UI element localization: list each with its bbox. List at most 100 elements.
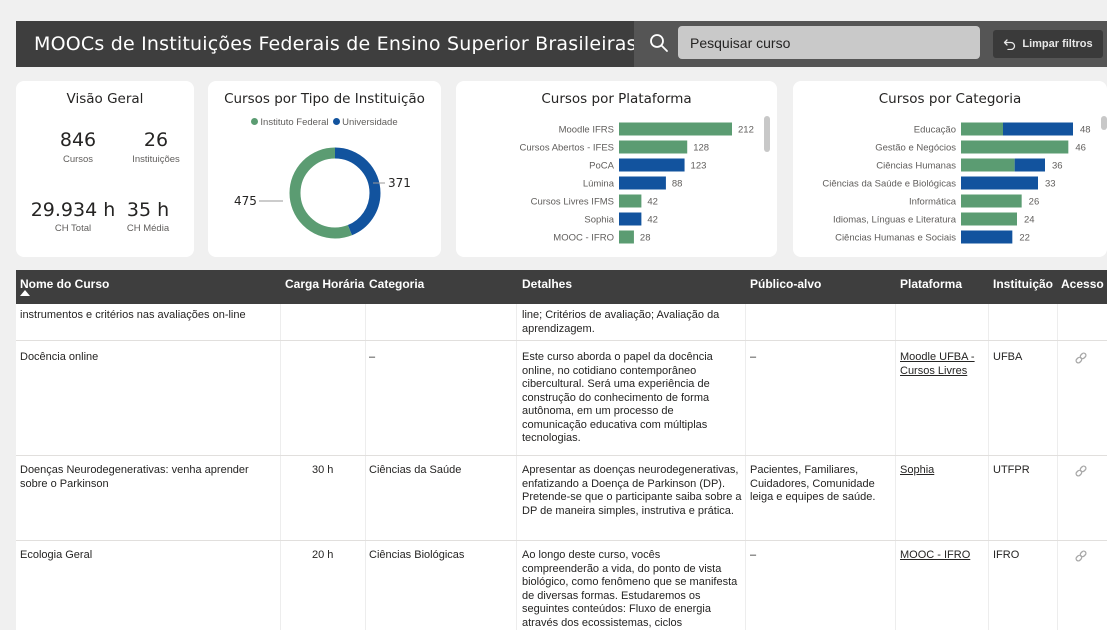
header-details[interactable]: Detalhes [522,277,572,291]
undo-icon [1004,39,1016,50]
clear-filters-label: Limpar filtros [1022,38,1093,50]
cell-details: Este curso aborda o papel da docência on… [522,351,713,444]
page-title: MOOCs de Instituições Federais de Ensino… [34,33,637,55]
avg-hours-value: 35 h [126,199,170,221]
category-card: Cursos por Categoria Educação 48 Gestão e … [793,81,1107,257]
search-area: Limpar filtros [634,21,1107,67]
platform-label: Cursos Livres IFMS [531,197,614,208]
header-bar: MOOCs de Instituições Federais de Ensino… [16,21,1107,67]
cell-course-name: Ecologia Geral [20,549,93,561]
platform-value: 28 [640,233,651,244]
cell-platform-link[interactable]: MOOC - IFRO [900,549,985,563]
category-value: 26 [1029,197,1040,208]
overview-card: Visão Geral 846 Cursos 26 Instituições 2… [16,81,194,257]
platform-bar [619,176,666,190]
category-value: 46 [1075,143,1086,154]
cell-hours: 20 h [312,549,334,561]
donut-label-if: 475 [234,194,257,208]
category-label: Educação [914,125,956,136]
platform-label: Sophia [584,215,614,226]
table-row[interactable]: Doenças Neurodegenerativas: venha aprend… [16,456,1107,541]
institution-type-card: Cursos por Tipo de Instituição Instituto… [208,81,441,257]
platform-label: Moodle IFRS [559,125,614,136]
platform-bar [619,230,634,244]
category-label: Informática [909,197,957,208]
category-value: 48 [1080,125,1091,136]
table-row[interactable]: instrumentos e critérios nas avaliações … [16,304,1107,341]
cell-category: Ciências Biológicas [369,549,465,561]
avg-hours-label: CH Média [126,223,170,234]
category-bar-segment [1014,158,1045,172]
platform-bar [619,122,732,136]
category-bar-segment [961,212,1017,226]
clear-filters-button[interactable]: Limpar filtros [993,30,1103,58]
platform-bar [619,212,642,226]
platform-label: Lúmina [583,179,615,190]
table-header: Nome do Curso Carga Horária Categoria De… [16,270,1107,304]
category-bar-segment [961,122,1003,136]
category-label: Ciências Humanas e Sociais [835,233,956,244]
platform-scrollbar[interactable] [764,116,770,152]
cell-details: Apresentar as doenças neurodegenerativas… [522,464,742,517]
cell-course-name: Docência online [20,351,99,363]
institutions-count: 26 [143,129,169,151]
platform-value: 42 [647,215,658,226]
table-row[interactable]: Docência online – Este curso aborda o pa… [16,341,1107,456]
category-value: 33 [1045,179,1056,190]
category-bar-segment [1003,122,1073,136]
cell-course-name: Doenças Neurodegenerativas: venha aprend… [20,464,249,490]
category-label: Idiomas, Línguas e Literatura [833,215,957,226]
platform-bar [619,158,685,172]
category-scrollbar[interactable] [1101,116,1107,130]
cell-audience: Pacientes, Familiares, Cuidadores, Comun… [750,464,876,503]
sort-ascending-icon[interactable] [20,290,30,296]
category-value: 22 [1019,233,1030,244]
link-icon[interactable] [1074,549,1088,563]
platform-value: 212 [738,125,754,136]
category-value: 36 [1052,161,1063,172]
cell-audience: – [750,351,757,363]
cell-platform-link[interactable]: Moodle UFBA - Cursos Livres [900,351,985,378]
link-icon[interactable] [1074,351,1088,365]
category-label: Ciências da Saúde e Biológicas [822,179,956,190]
platform-card: Cursos por Plataforma Moodle IFRS 212 Curs… [456,81,777,257]
link-icon[interactable] [1074,464,1088,478]
header-institution[interactable]: Instituição [993,277,1053,291]
cell-institution: UFBA [993,351,1023,363]
category-label: Ciências Humanas [876,161,956,172]
header-audience[interactable]: Público-alvo [750,277,821,291]
cell-platform-link[interactable]: Sophia [900,464,985,478]
platform-label: Cursos Abertos - IFES [519,143,614,154]
cell-category: – [369,351,376,363]
cell-category: Ciências da Saúde [369,464,462,476]
table-row[interactable]: Ecologia Geral 20 h Ciências Biológicas … [16,541,1107,630]
donut-chart: 475 371 [234,147,411,239]
platform-bar [619,194,642,208]
platform-value: 123 [691,161,707,172]
header-course-name[interactable]: Nome do Curso [20,277,109,291]
category-bar-chart: Educação 48 Gestão e Negócios 46 Ciências Hu… [822,122,1091,244]
institutions-label: Instituições [132,154,180,165]
cell-audience: – [750,549,757,561]
platform-value: 42 [647,197,658,208]
header-platform[interactable]: Plataforma [900,277,962,291]
cell-course-name: instrumentos e critérios nas avaliações … [20,309,246,321]
header-access[interactable]: Acesso [1061,277,1104,291]
category-label: Gestão e Negócios [875,143,956,154]
cell-institution: UTFPR [993,464,1030,476]
platform-label: MOOC - IFRO [553,233,614,244]
category-bar-segment [961,140,1069,154]
search-input[interactable] [678,26,980,59]
category-bar-segment [961,158,1015,172]
platform-bar-chart: Moodle IFRS 212 Cursos Abertos - IFES 128 Po… [519,122,754,244]
header-category[interactable]: Categoria [369,277,424,291]
search-icon[interactable] [648,31,670,55]
header-hours[interactable]: Carga Horária [285,277,364,291]
cell-hours: 30 h [312,464,334,476]
platform-bar [619,140,688,154]
platform-value: 128 [693,143,709,154]
platform-value: 88 [672,179,683,190]
courses-table: instrumentos e critérios nas avaliações … [16,304,1107,630]
cell-details: line; Critérios de avaliação; Avaliação … [522,309,720,335]
category-bar-segment [961,194,1022,208]
